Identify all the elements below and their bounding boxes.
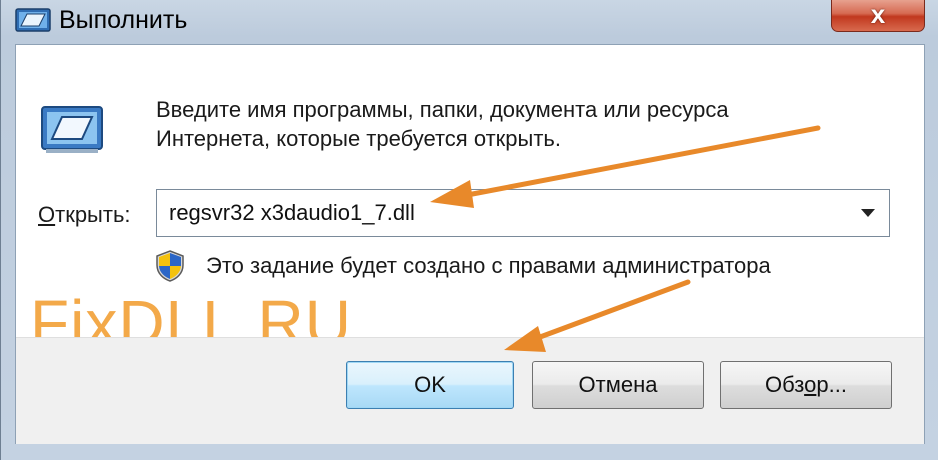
open-label-text: ткрыть: (55, 202, 131, 227)
browse-button[interactable]: Обзор... (720, 361, 892, 409)
open-label: Открыть: (38, 201, 131, 229)
description-line-2: Интернета, которые требуется открыть. (156, 126, 561, 151)
browse-label-start: Обз (765, 372, 805, 397)
uac-shield-icon (156, 250, 184, 282)
run-dialog-icon (15, 8, 51, 32)
close-icon: x (870, 0, 886, 29)
titlebar: Выполнить x (1, 0, 938, 42)
dialog-description: Введите имя программы, папки, документа … (156, 95, 856, 153)
close-button[interactable]: x (831, 0, 925, 32)
dialog-content: Введите имя программы, папки, документа … (15, 44, 925, 444)
window-title: Выполнить (59, 6, 188, 34)
description-line-1: Введите имя программы, папки, документа … (156, 97, 729, 122)
open-label-accelerator: О (38, 202, 56, 227)
browse-label-end: р... (816, 372, 847, 397)
admin-rights-note: Это задание будет создано с правами адми… (206, 253, 771, 278)
ok-button[interactable]: OK (346, 361, 514, 409)
chevron-down-icon[interactable] (861, 209, 875, 217)
cancel-button[interactable]: Отмена (532, 361, 704, 409)
command-combobox[interactable]: regsvr32 x3daudio1_7.dll (156, 189, 890, 237)
command-input[interactable]: regsvr32 x3daudio1_7.dll (169, 199, 415, 227)
run-dialog-window: Выполнить x Введите имя программы, папки… (0, 0, 938, 460)
run-program-icon (41, 106, 103, 153)
browse-label-accelerator: о (804, 372, 817, 397)
